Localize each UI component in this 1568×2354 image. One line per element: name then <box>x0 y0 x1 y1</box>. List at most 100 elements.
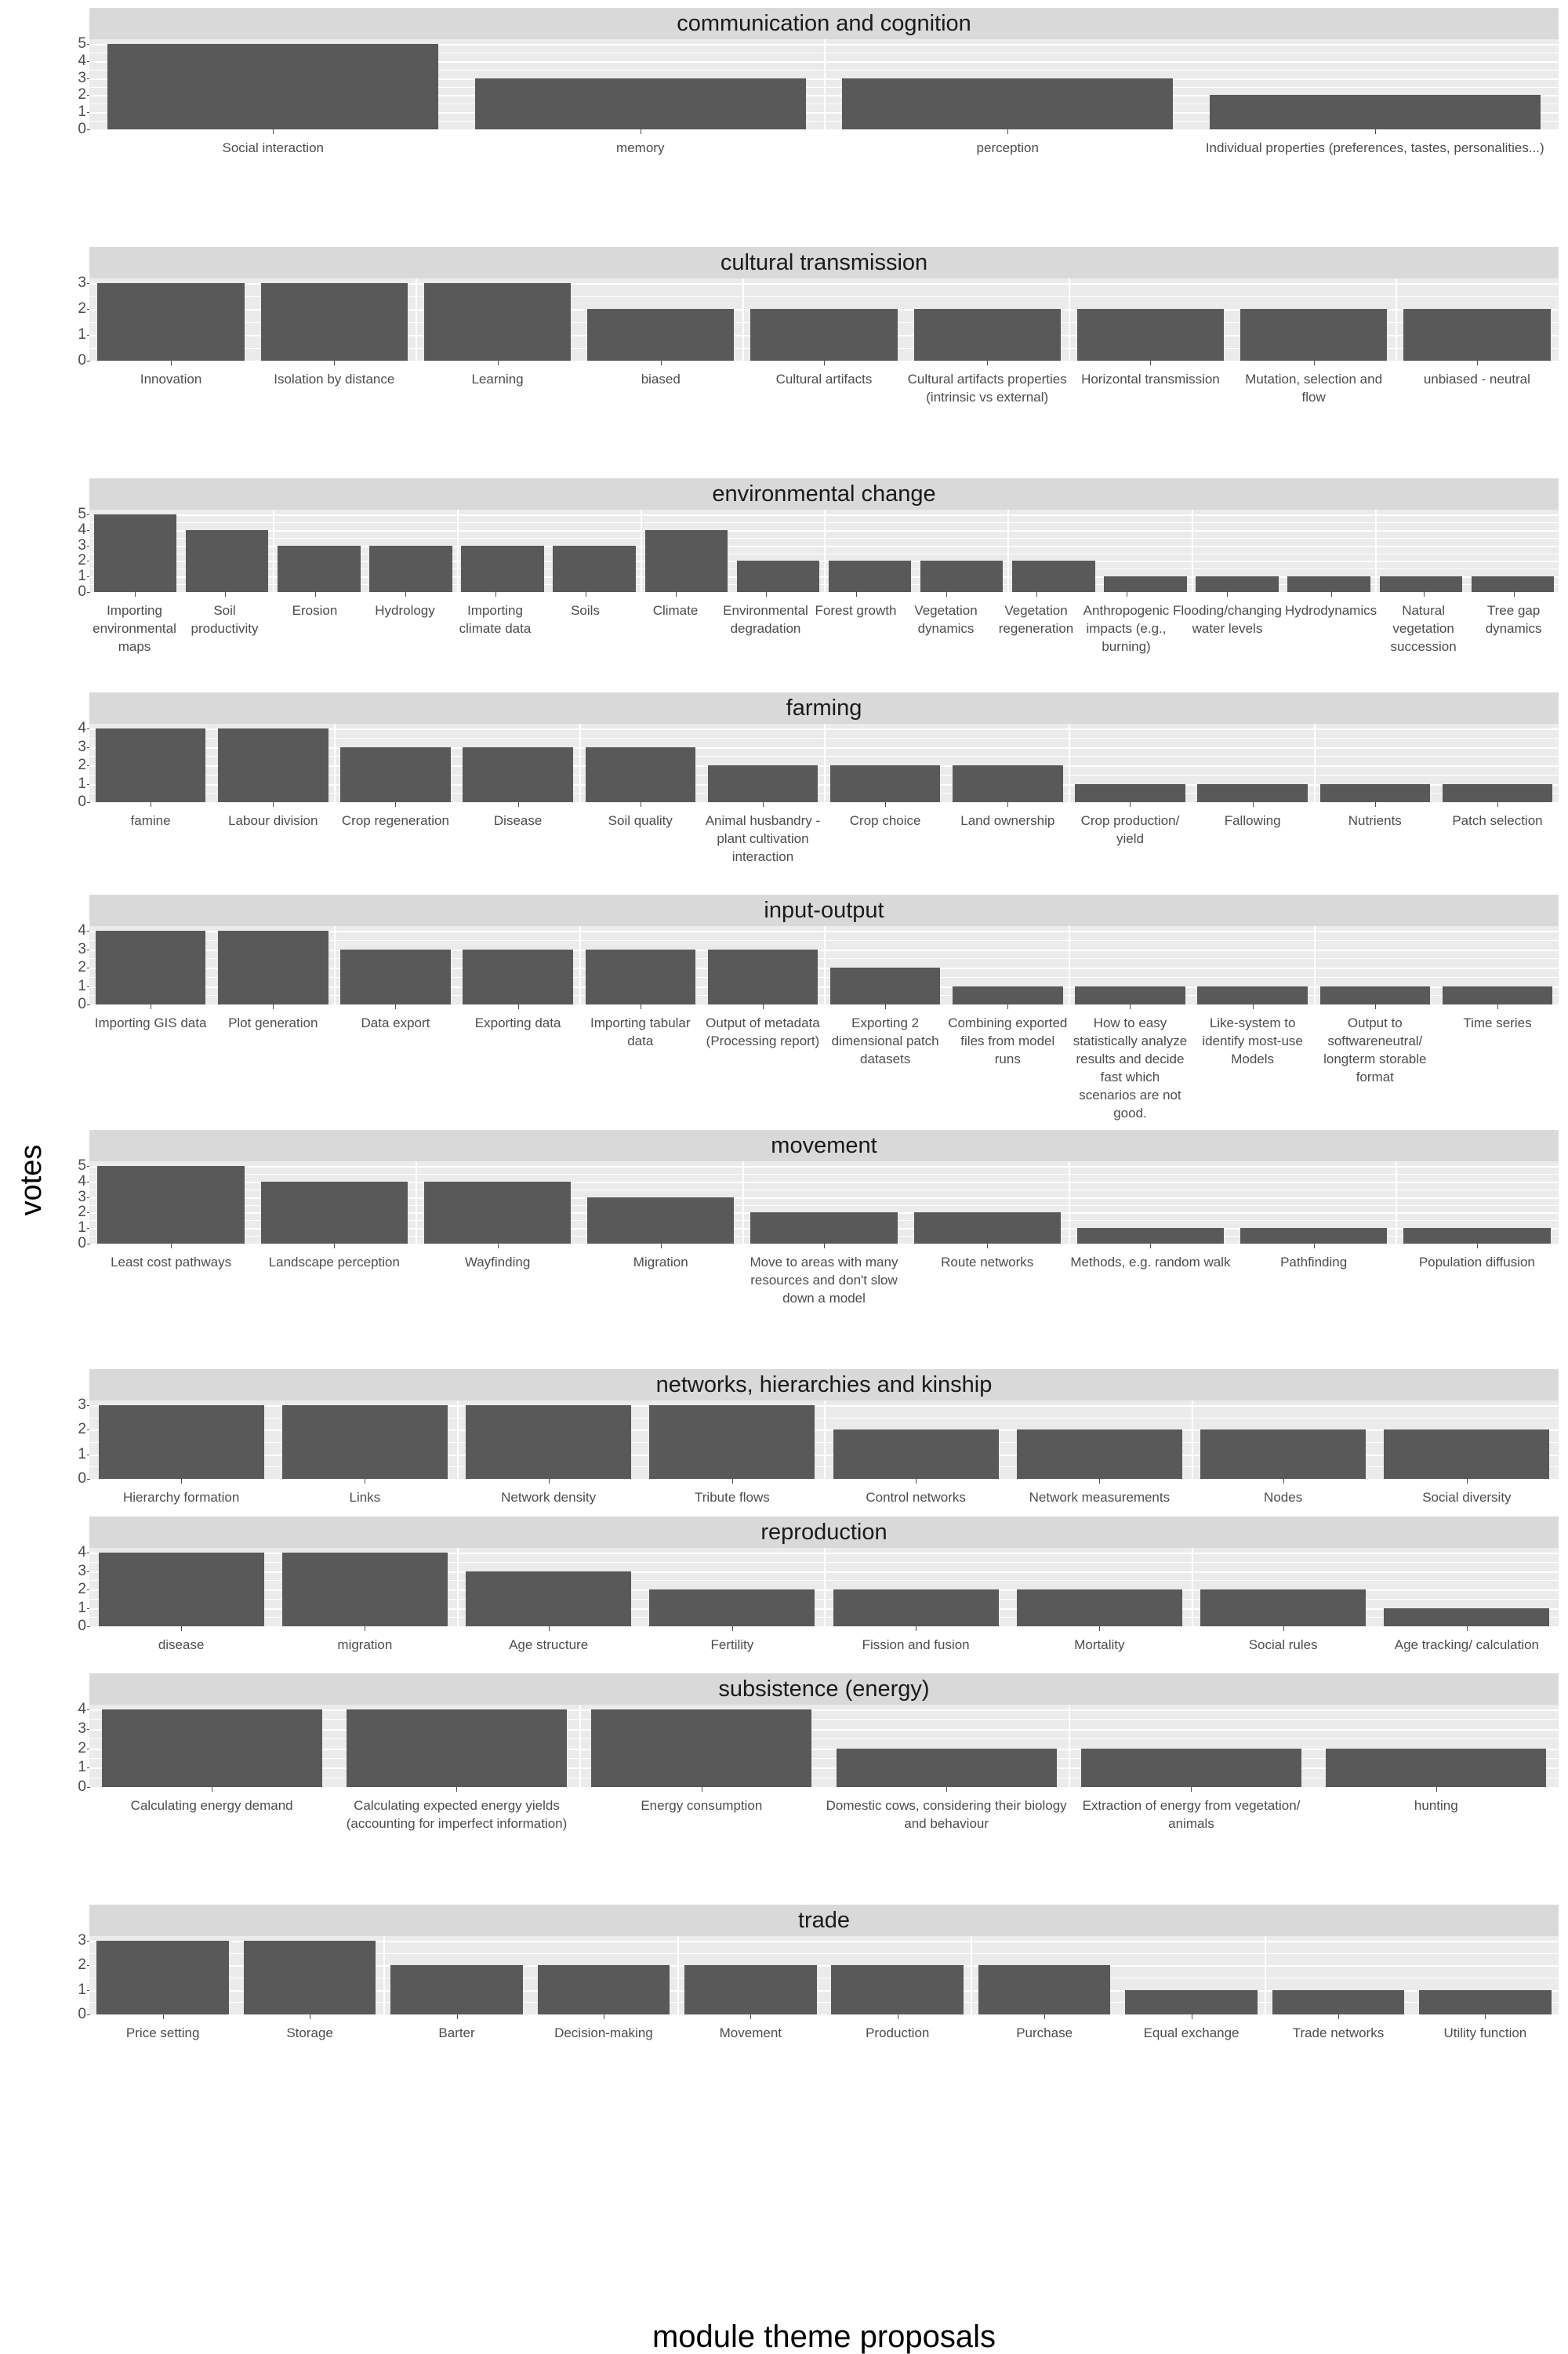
bar[interactable] <box>1240 1228 1388 1244</box>
bar[interactable] <box>750 1212 898 1244</box>
bar[interactable] <box>1403 1228 1551 1244</box>
bar[interactable] <box>707 765 818 802</box>
bar[interactable] <box>463 949 573 1004</box>
bar[interactable] <box>591 1709 812 1787</box>
bar[interactable] <box>1419 1989 1552 2014</box>
bar[interactable] <box>1016 1589 1182 1626</box>
bar[interactable] <box>185 529 269 592</box>
bar[interactable] <box>1319 783 1431 802</box>
bar[interactable] <box>913 309 1061 361</box>
bar[interactable] <box>423 1181 572 1244</box>
bar[interactable] <box>1197 986 1308 1004</box>
bar[interactable] <box>750 309 898 361</box>
bar[interactable] <box>1197 783 1308 802</box>
bar[interactable] <box>842 78 1174 129</box>
bar[interactable] <box>1075 986 1185 1004</box>
bar[interactable] <box>98 1405 264 1479</box>
bar[interactable] <box>260 283 408 361</box>
bar[interactable] <box>243 1941 376 2014</box>
bar[interactable] <box>913 1212 1061 1244</box>
bar[interactable] <box>736 561 820 592</box>
bar[interactable] <box>833 1589 999 1626</box>
bar-cell <box>457 39 825 129</box>
bar[interactable] <box>978 1965 1111 2014</box>
bar[interactable] <box>1471 576 1555 592</box>
x-axis-tick-label: Domestic cows, considering their biology… <box>824 1787 1069 1905</box>
bar[interactable] <box>920 561 1004 592</box>
bar[interactable] <box>1076 1228 1225 1244</box>
bar[interactable] <box>649 1589 815 1626</box>
bar[interactable] <box>1076 309 1225 361</box>
bar[interactable] <box>1209 95 1541 129</box>
bar[interactable] <box>98 1553 264 1626</box>
facet-strip: trade <box>89 1905 1559 1936</box>
bar[interactable] <box>1240 309 1388 361</box>
bar[interactable] <box>466 1571 632 1626</box>
bar[interactable] <box>369 545 452 592</box>
bar[interactable] <box>1200 1589 1367 1626</box>
bar[interactable] <box>1319 986 1431 1004</box>
bar[interactable] <box>1326 1748 1547 1787</box>
bar[interactable] <box>537 1965 670 2014</box>
bar[interactable] <box>585 949 696 1004</box>
bar[interactable] <box>107 44 439 129</box>
bar[interactable] <box>829 968 941 1004</box>
bar[interactable] <box>707 949 818 1004</box>
bar[interactable] <box>831 1965 964 2014</box>
bar[interactable] <box>828 561 912 592</box>
bar[interactable] <box>96 1941 230 2014</box>
bar[interactable] <box>553 545 636 592</box>
bar[interactable] <box>1104 576 1187 592</box>
bar[interactable] <box>390 1965 523 2014</box>
bar[interactable] <box>474 78 806 129</box>
bar[interactable] <box>644 529 728 592</box>
bar[interactable] <box>587 1197 735 1244</box>
bar[interactable] <box>101 1709 322 1787</box>
x-axis-tick-label: Importing climate data <box>450 592 540 692</box>
bar[interactable] <box>1075 783 1185 802</box>
bar[interactable] <box>953 986 1063 1004</box>
bar[interactable] <box>1016 1429 1182 1479</box>
bar[interactable] <box>1379 576 1463 592</box>
bar[interactable] <box>340 949 451 1004</box>
bar[interactable] <box>1442 986 1553 1004</box>
bar[interactable] <box>836 1748 1057 1787</box>
bar[interactable] <box>463 747 573 802</box>
bar[interactable] <box>97 283 245 361</box>
bar[interactable] <box>278 545 361 592</box>
bar[interactable] <box>684 1965 817 2014</box>
bar-cell <box>1192 39 1559 129</box>
bar[interactable] <box>346 1709 568 1787</box>
bar[interactable] <box>93 514 177 592</box>
bar[interactable] <box>1442 783 1553 802</box>
bar[interactable] <box>833 1429 999 1479</box>
bar[interactable] <box>1403 309 1551 361</box>
bar[interactable] <box>97 1166 245 1244</box>
bar[interactable] <box>953 765 1063 802</box>
bar[interactable] <box>1196 576 1279 592</box>
bar[interactable] <box>340 747 451 802</box>
bar[interactable] <box>260 1181 408 1244</box>
bar[interactable] <box>1272 1989 1405 2014</box>
bar[interactable] <box>829 765 941 802</box>
bar[interactable] <box>587 309 735 361</box>
bar[interactable] <box>649 1405 815 1479</box>
bar[interactable] <box>95 728 206 802</box>
bar[interactable] <box>95 931 206 1004</box>
bar[interactable] <box>585 747 696 802</box>
bar[interactable] <box>217 728 328 802</box>
x-axis-tick-label: Purchase <box>971 2014 1117 2063</box>
bar[interactable] <box>461 545 544 592</box>
bar[interactable] <box>1080 1748 1302 1787</box>
bar[interactable] <box>1012 561 1095 592</box>
bar[interactable] <box>423 283 572 361</box>
bar[interactable] <box>1384 1429 1550 1479</box>
bar[interactable] <box>1287 576 1370 592</box>
bar[interactable] <box>281 1405 448 1479</box>
bar[interactable] <box>1125 1989 1258 2014</box>
bar[interactable] <box>466 1405 632 1479</box>
bar[interactable] <box>217 931 328 1004</box>
bar[interactable] <box>1384 1607 1550 1626</box>
bar[interactable] <box>281 1553 448 1626</box>
bar[interactable] <box>1200 1429 1367 1479</box>
